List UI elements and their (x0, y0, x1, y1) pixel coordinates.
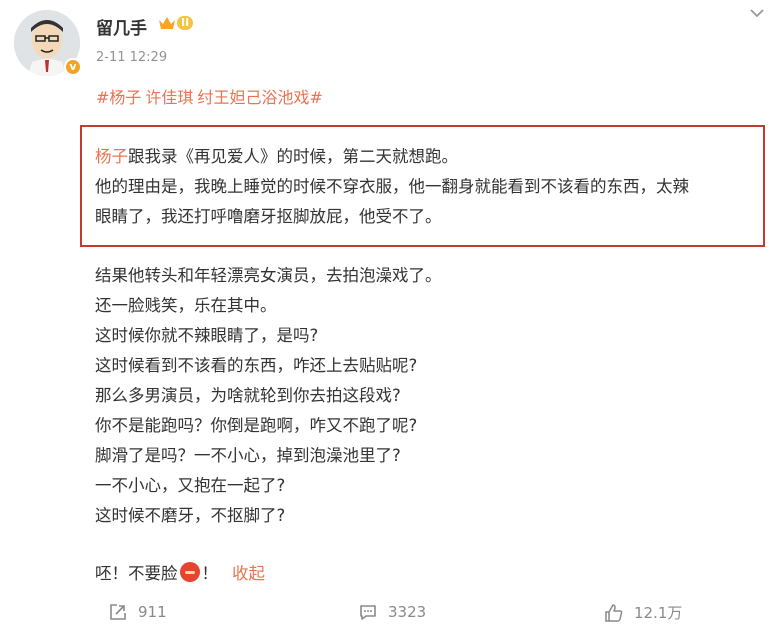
mention-link[interactable]: 杨子 (95, 147, 128, 166)
highlight-line-2: 他的理由是，我晚上睡觉的时候不穿衣服，他一翻身就能看到不该看的东西，太辣 (95, 177, 689, 196)
username[interactable]: 留几手 (96, 14, 147, 39)
highlight-text: 跟我录《再见爱人》的时候，第二天就想跑。 (128, 147, 458, 166)
vip-level: II (177, 16, 194, 30)
topic-tag[interactable]: #杨子 (96, 88, 141, 107)
highlight-line-3: 眼睛了，我还打呼噜磨牙抠脚放屁，他受不了。 (95, 207, 442, 226)
post-line: 那么多男演员，为啥就轮到你去拍这段戏? (95, 386, 401, 405)
closing-text-end: ！ (201, 564, 219, 583)
vip-badge[interactable]: II (158, 14, 194, 32)
share-button[interactable]: 911 (108, 602, 167, 622)
verified-badge: v (64, 58, 82, 76)
crown-icon (159, 17, 175, 29)
thumbs-up-icon (605, 603, 623, 622)
post-line: 结果他转头和年轻漂亮女演员，去拍泡澡戏了。 (95, 266, 442, 285)
like-button[interactable]: 12.1万 (604, 602, 682, 623)
share-count: 911 (138, 603, 167, 621)
comment-count: 3323 (388, 603, 427, 621)
comment-icon (360, 605, 376, 620)
share-icon (110, 604, 126, 620)
angry-face-emoji-icon (179, 562, 200, 582)
post-footer: 911 3323 12.1万 (0, 600, 782, 628)
closing-line: 呸！不要脸 ！ 收起 (95, 560, 265, 584)
post-line: 这时候看到不该看的东西，咋还上去贴贴呢? (95, 356, 418, 375)
post-line: 这时候不磨牙，不抠脚了? (95, 506, 286, 525)
post-line: 脚滑了是吗？一不小心，掉到泡澡池里了? (95, 446, 401, 465)
comment-button[interactable]: 3323 (358, 602, 426, 622)
post-timestamp[interactable]: 2-11 12:29 (96, 50, 167, 65)
closing-text: 呸！不要脸 (95, 564, 178, 583)
topic-tags[interactable]: #杨子 许佳琪 纣王妲己浴池戏# (96, 84, 327, 108)
collapse-link[interactable]: 收起 (232, 560, 265, 584)
chevron-down-icon[interactable] (749, 8, 765, 18)
post-line: 你不是能跑吗？你倒是跑啊，咋又不跑了呢? (95, 416, 418, 435)
highlight-line-1: 杨子跟我录《再见爱人》的时候，第二天就想跑。 (95, 143, 458, 167)
post-line: 这时候你就不辣眼睛了，是吗? (95, 326, 319, 345)
topic-tag[interactable]: 纣王妲己浴池戏# (197, 88, 322, 107)
post-line: 还一脸贱笑，乐在其中。 (95, 296, 277, 315)
like-count: 12.1万 (634, 604, 683, 622)
topic-tag[interactable]: 许佳琪 (145, 88, 193, 107)
post-line: 一不小心，又抱在一起了? (95, 476, 286, 495)
